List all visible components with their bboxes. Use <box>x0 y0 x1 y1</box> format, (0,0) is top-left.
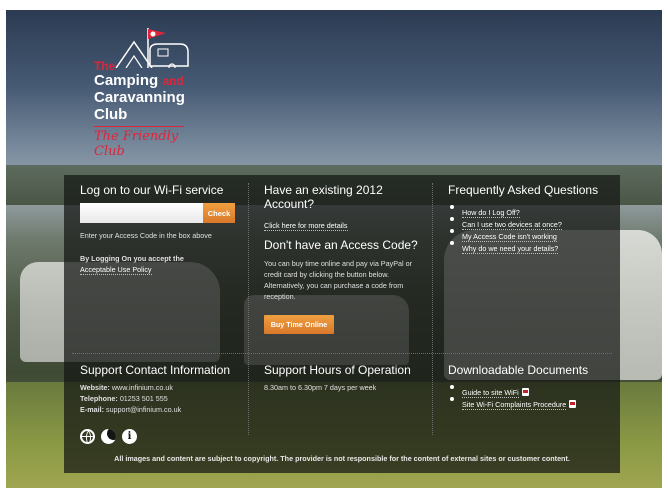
globe-icon[interactable] <box>80 429 95 444</box>
column-divider-1 <box>248 183 249 435</box>
telephone-label: Telephone: <box>80 394 118 403</box>
check-button[interactable]: Check <box>203 203 235 223</box>
website-value: www.infinium.co.uk <box>111 383 173 392</box>
info-icon[interactable]: i <box>122 429 137 444</box>
access-code-hint: Enter your Access Code in the box above <box>80 231 212 240</box>
logon-section: Log on to our Wi-Fi service <box>80 183 240 197</box>
access-code-form: Check <box>80 203 235 223</box>
wifi-portal-panel: Log on to our Wi-Fi service Check Enter … <box>64 175 620 473</box>
logo-camping-text: Camping <box>94 72 159 89</box>
moon-icon[interactable] <box>101 429 116 444</box>
existing-account-section: Have an existing 2012 Account? <box>264 183 424 211</box>
email-value: support@infinium.co.uk <box>105 405 182 414</box>
support-email: E-mail: support@infinium.co.uk <box>80 404 245 415</box>
column-divider-2 <box>432 183 433 435</box>
downloads-heading: Downloadable Documents <box>448 363 589 377</box>
downloads-list: Guide to site WiFi Site Wi-Fi Complaints… <box>448 382 613 410</box>
no-access-code-section: Don't have an Access Code? You can buy t… <box>264 238 429 302</box>
email-label: E-mail: <box>80 405 104 414</box>
support-hours-text: 8.30am to 6.30pm 7 days per week <box>264 383 377 392</box>
website-label: Website: <box>80 383 110 392</box>
logo-word-camping: Camping and <box>94 73 184 89</box>
support-hours-heading: Support Hours of Operation <box>264 363 411 377</box>
tent-caravan-logo-icon <box>115 28 189 68</box>
faq-heading: Frequently Asked Questions <box>448 183 599 197</box>
download-item-complaints: Site Wi-Fi Complaints Procedure <box>448 394 613 410</box>
acceptable-use-policy-link[interactable]: Acceptable Use Policy <box>80 265 152 275</box>
support-hours-section: Support Hours of Operation 8.30am to 6.3… <box>264 363 429 393</box>
faq-item-two-devices: Can I use two devices at once? <box>448 214 613 230</box>
copyright-notice: All images and content are subject to co… <box>114 454 570 463</box>
faq-link-why-details[interactable]: Why do we need your details? <box>462 244 559 254</box>
faq-item-code-not-working: My Access Code isn't working <box>448 226 613 242</box>
logon-heading: Log on to our Wi-Fi service <box>80 183 224 197</box>
club-logo: The Camping and Caravanning Club The Fri… <box>90 28 200 159</box>
existing-account-link-wrap: Click here for more details <box>264 215 348 233</box>
logo-tagline: The Friendly Club <box>94 129 179 159</box>
existing-account-link[interactable]: Click here for more details <box>264 221 348 231</box>
downloads-section: Downloadable Documents Guide to site WiF… <box>448 363 613 410</box>
logo-divider <box>94 126 184 127</box>
access-code-input[interactable] <box>80 203 203 223</box>
download-item-guide: Guide to site WiFi <box>448 382 613 398</box>
logo-word-and: and <box>162 74 184 88</box>
support-website: Website: www.infinium.co.uk <box>80 382 245 393</box>
section-divider <box>72 353 612 354</box>
faq-section: Frequently Asked Questions How do I Log … <box>448 183 613 254</box>
telephone-value: 01253 501 555 <box>119 394 168 403</box>
social-icons: i <box>80 429 137 444</box>
support-contact-heading: Support Contact Information <box>80 363 231 377</box>
support-telephone: Telephone: 01253 501 555 <box>80 393 245 404</box>
pdf-icon <box>569 400 577 408</box>
no-access-code-body: You can buy time online and pay via PayP… <box>264 259 412 301</box>
faq-item-log-off: How do I Log Off? <box>448 202 613 218</box>
support-contact-section: Support Contact Information Website: www… <box>80 363 245 415</box>
aup-prefix: By Logging On you accept the <box>80 254 184 263</box>
faq-item-why-details: Why do we need your details? <box>448 238 613 254</box>
buy-time-online-button[interactable]: Buy Time Online <box>264 315 334 334</box>
existing-account-heading: Have an existing 2012 Account? <box>264 183 383 211</box>
no-access-code-heading: Don't have an Access Code? <box>264 238 418 252</box>
logo-word-club: Club <box>94 106 128 123</box>
logo-word-caravanning: Caravanning <box>94 89 185 106</box>
aup-notice: By Logging On you accept the Acceptable … <box>80 253 245 275</box>
download-link-complaints[interactable]: Site Wi-Fi Complaints Procedure <box>462 400 567 410</box>
faq-list: How do I Log Off? Can I use two devices … <box>448 202 613 254</box>
